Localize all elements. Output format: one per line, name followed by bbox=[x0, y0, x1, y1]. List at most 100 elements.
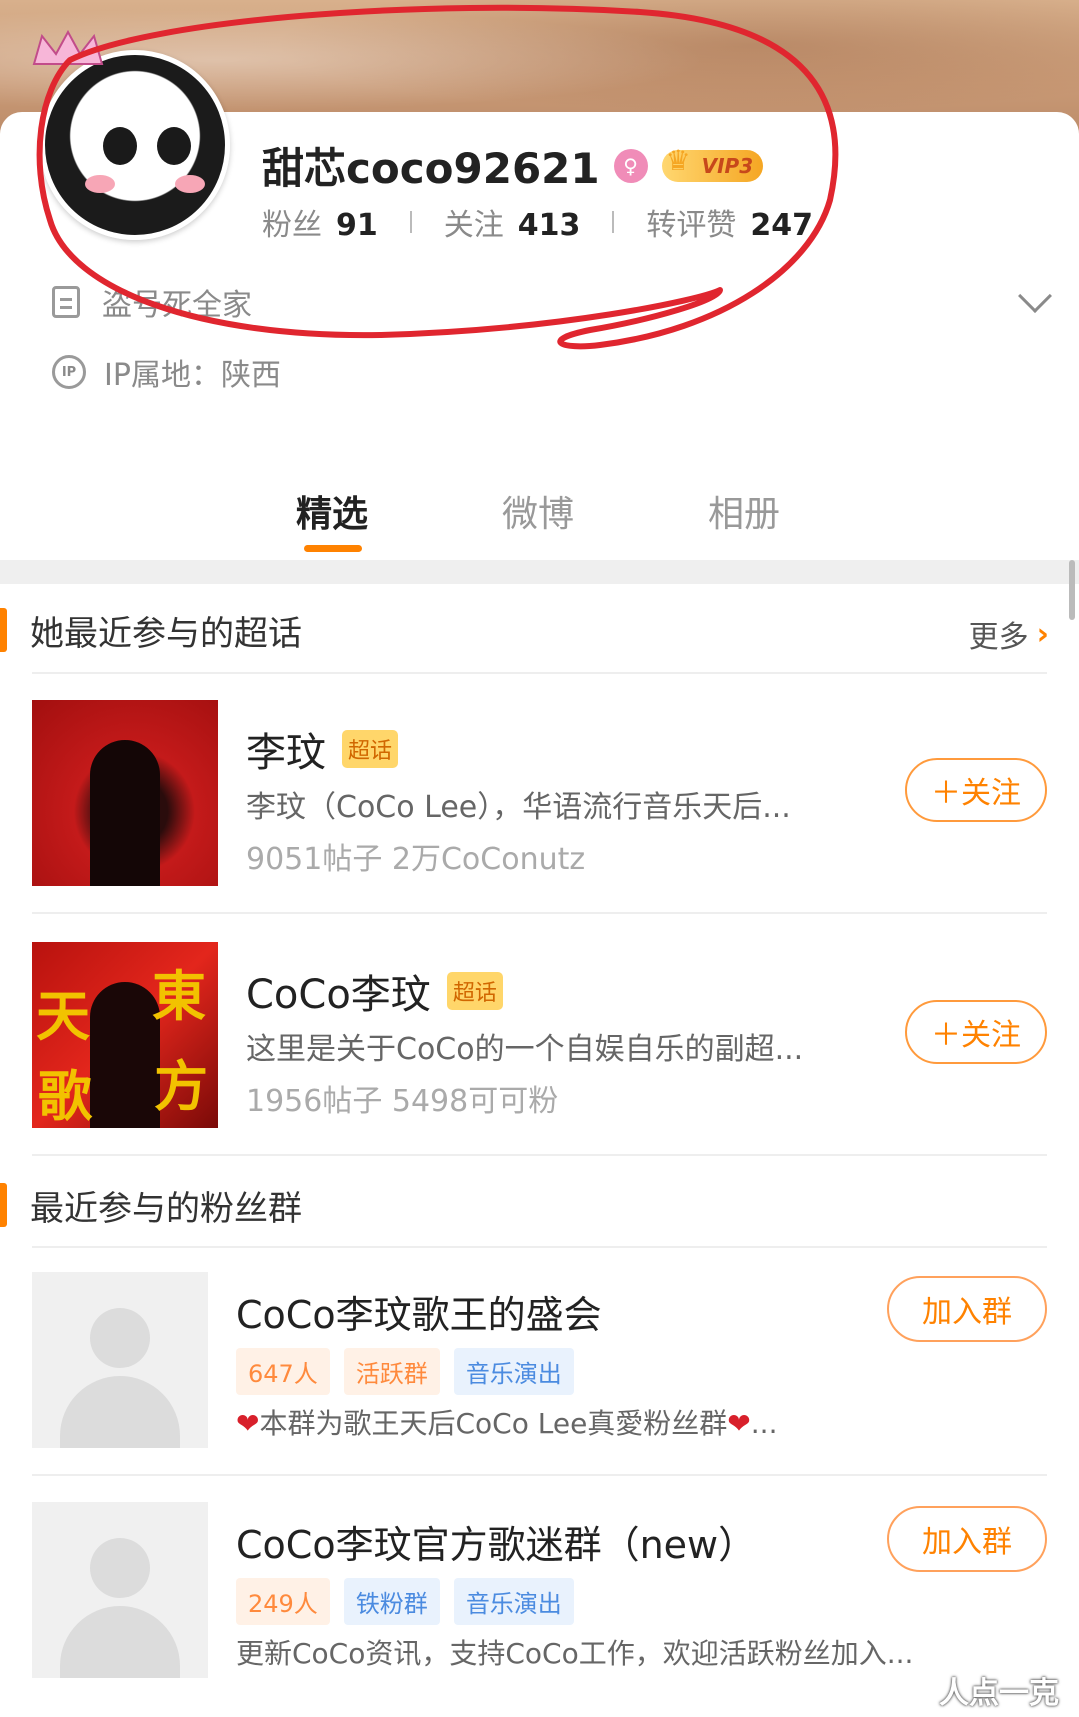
bio-row[interactable]: 盗号死全家 bbox=[52, 279, 1052, 324]
join-group-button[interactable]: 加入群 bbox=[887, 1506, 1047, 1572]
ip-icon: IP bbox=[52, 355, 86, 389]
avatar-placeholder-body bbox=[60, 1376, 180, 1448]
group-type-tag: 活跃群 bbox=[343, 1348, 440, 1395]
scrollbar[interactable] bbox=[1069, 560, 1075, 620]
divider bbox=[32, 1246, 1047, 1248]
section-title-text: 最近参与的粉丝群 bbox=[30, 1188, 302, 1229]
stat-label: 关注 bbox=[443, 208, 504, 243]
fan-group-item[interactable]: CoCo李玟歌王的盛会 647人 活跃群 音乐演出 ❤本群为歌王天后CoCo L… bbox=[32, 1272, 1047, 1452]
avatar-placeholder-icon bbox=[90, 1538, 150, 1598]
group-tags: 249人 铁粉群 音乐演出 bbox=[236, 1578, 574, 1625]
stat-interactions[interactable]: 转评赞 247 bbox=[646, 200, 813, 244]
avatar[interactable] bbox=[40, 50, 230, 240]
divider bbox=[32, 912, 1047, 914]
more-label: 更多 bbox=[968, 620, 1029, 655]
follow-button[interactable]: ＋关注 bbox=[905, 758, 1047, 822]
divider bbox=[32, 1474, 1047, 1476]
supertopic-item[interactable]: 李玟 超话 李玟（CoCo Lee），华语流行音乐天后... 9051帖子 2万… bbox=[32, 700, 1047, 886]
group-desc-text: 更新CoCo资讯，支持CoCo工作，欢迎活跃粉丝加入... bbox=[236, 1637, 914, 1670]
profile-name-row: 甜芯coco92621 ♀ ♛ VIP3 bbox=[262, 135, 764, 196]
section-separator bbox=[0, 560, 1079, 584]
supertopics-title: 她最近参与的超话 bbox=[0, 600, 302, 660]
stat-value: 413 bbox=[517, 208, 581, 243]
topic-cover-image bbox=[32, 700, 218, 886]
chevron-down-icon[interactable] bbox=[1018, 279, 1052, 313]
vip-crown-icon: ♛ bbox=[665, 143, 691, 177]
group-category-tag: 音乐演出 bbox=[453, 1578, 574, 1625]
join-group-button[interactable]: 加入群 bbox=[887, 1276, 1047, 1342]
avatar-eye bbox=[103, 127, 137, 165]
group-avatar bbox=[32, 1272, 208, 1448]
profile-stats: 粉丝 91 关注 413 转评赞 247 bbox=[262, 200, 813, 244]
topic-stats: 1956帖子 5498可可粉 bbox=[246, 1084, 559, 1119]
divider bbox=[32, 672, 1047, 674]
topic-desc: 李玟（CoCo Lee），华语流行音乐天后... bbox=[246, 790, 791, 825]
cover-calligraphy: 歌 bbox=[38, 1064, 92, 1128]
group-desc: 更新CoCo资讯，支持CoCo工作，欢迎活跃粉丝加入... bbox=[236, 1632, 913, 1672]
section-title-text: 她最近参与的超话 bbox=[30, 613, 302, 654]
avatar-crown-icon bbox=[32, 30, 104, 65]
group-category-tag: 音乐演出 bbox=[453, 1348, 574, 1395]
group-desc: ❤本群为歌王天后CoCo Lee真愛粉丝群❤... bbox=[236, 1402, 777, 1442]
topic-desc: 这里是关于CoCo的一个自娱自乐的副超... bbox=[246, 1032, 804, 1067]
tab-featured[interactable]: 精选 bbox=[296, 485, 368, 537]
fan-group-item[interactable]: CoCo李玟官方歌迷群（new） 249人 铁粉群 音乐演出 更新CoCo资讯，… bbox=[32, 1502, 1047, 1682]
cover-calligraphy: 方 bbox=[154, 1054, 208, 1118]
cover-calligraphy: 東 bbox=[152, 964, 206, 1028]
heart-icon: ❤ bbox=[236, 1407, 260, 1440]
stat-followers[interactable]: 粉丝 91 bbox=[262, 200, 378, 244]
profile-tabs: 精选 微博 相册 bbox=[0, 475, 1079, 555]
vip-badge[interactable]: ♛ VIP3 bbox=[661, 144, 764, 182]
cover-calligraphy: 天 bbox=[36, 984, 90, 1048]
female-icon: ♀ bbox=[613, 148, 648, 183]
cover-figure bbox=[90, 740, 160, 886]
stat-label: 粉丝 bbox=[262, 208, 322, 243]
avatar-eye bbox=[157, 127, 191, 165]
avatar-blush bbox=[175, 175, 205, 193]
avatar-placeholder-body bbox=[60, 1606, 180, 1678]
divider bbox=[32, 1154, 1047, 1156]
member-count-tag: 647人 bbox=[236, 1348, 330, 1395]
group-tags: 647人 活跃群 音乐演出 bbox=[236, 1348, 574, 1395]
group-desc-text: 本群为歌王天后CoCo Lee真愛粉丝群 bbox=[259, 1407, 728, 1440]
group-desc-suffix: ... bbox=[750, 1407, 778, 1440]
group-name: CoCo李玟歌王的盛会 bbox=[236, 1293, 602, 1337]
topic-title-row: 李玟 超话 bbox=[246, 720, 399, 778]
ip-row: IP IP属地：陕西 bbox=[52, 350, 281, 394]
tab-album[interactable]: 相册 bbox=[708, 485, 780, 537]
follow-button[interactable]: ＋关注 bbox=[905, 1000, 1047, 1064]
stat-label: 转评赞 bbox=[646, 208, 737, 243]
avatar-blush bbox=[85, 175, 115, 193]
stat-value: 91 bbox=[336, 208, 378, 243]
topic-cover-image: 天 東 歌 方 bbox=[32, 942, 218, 1128]
group-name: CoCo李玟官方歌迷群（new） bbox=[236, 1523, 757, 1567]
stat-divider bbox=[409, 211, 412, 233]
supertopic-badge: 超话 bbox=[446, 972, 503, 1010]
tab-weibo[interactable]: 微博 bbox=[502, 485, 574, 537]
heart-icon: ❤ bbox=[727, 1407, 751, 1440]
more-link[interactable]: 更多 › bbox=[969, 612, 1049, 656]
active-tab-indicator bbox=[304, 545, 362, 552]
stat-following[interactable]: 关注 413 bbox=[444, 200, 581, 244]
fan-groups-title: 最近参与的粉丝群 bbox=[0, 1175, 302, 1235]
group-type-tag: 铁粉群 bbox=[343, 1578, 440, 1625]
topic-title-row: CoCo李玟 超话 bbox=[246, 962, 503, 1020]
document-icon bbox=[52, 286, 80, 318]
member-count-tag: 249人 bbox=[236, 1578, 330, 1625]
topic-stats: 9051帖子 2万CoConutz bbox=[246, 842, 586, 877]
watermark: 人点一克 bbox=[939, 1676, 1059, 1711]
avatar-placeholder-icon bbox=[90, 1308, 150, 1368]
supertopic-item[interactable]: 天 東 歌 方 CoCo李玟 超话 这里是关于CoCo的一个自娱自乐的副超...… bbox=[32, 942, 1047, 1128]
bio-text: 盗号死全家 bbox=[102, 288, 252, 323]
supertopic-badge: 超话 bbox=[342, 730, 399, 768]
ip-location: IP属地：陕西 bbox=[104, 358, 281, 393]
group-avatar bbox=[32, 1502, 208, 1678]
vip-label: VIP3 bbox=[701, 153, 754, 178]
topic-name: CoCo李玟 bbox=[246, 972, 431, 1018]
stat-value: 247 bbox=[750, 208, 813, 243]
username: 甜芯coco92621 bbox=[262, 144, 600, 193]
stat-divider bbox=[612, 211, 615, 233]
chevron-right-icon: › bbox=[1036, 616, 1049, 652]
cover-figure bbox=[90, 982, 160, 1128]
topic-name: 李玟 bbox=[246, 730, 326, 776]
